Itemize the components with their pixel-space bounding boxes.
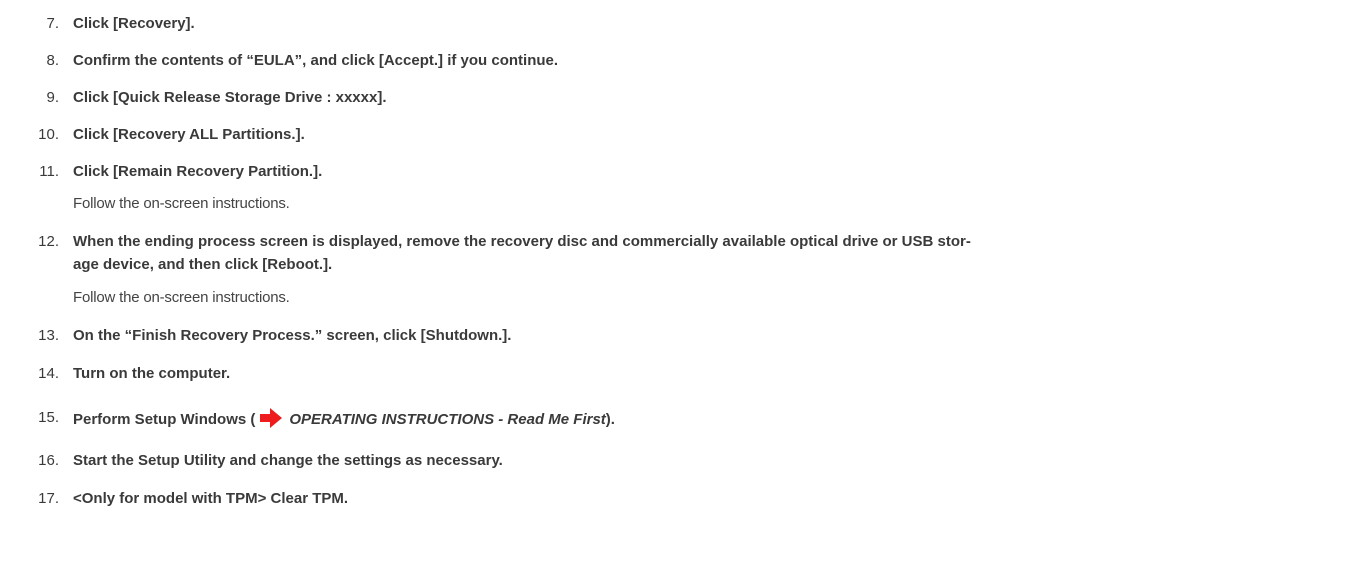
step-instruction: Click [Quick Release Storage Drive : xxx… [73,89,387,106]
step-instruction-line-1: When the ending process screen is displa… [73,233,971,250]
step-number: 7. [46,15,59,32]
step-number: 16. [38,452,59,469]
step-instruction-line-2: age device, and then click [Reboot.]. [73,256,333,273]
step-instruction: Confirm the contents of “EULA”, and clic… [73,52,559,69]
step-instruction: Click [Recovery]. [73,15,195,32]
step-instruction: On the “Finish Recovery Process.” screen… [73,327,512,344]
step-text-before: Perform Setup Windows ( [73,411,256,428]
step-number: 13. [38,327,59,344]
step-note: Follow the on-screen instructions. [73,195,290,212]
step-instruction: Perform Setup Windows ( OPERATING INSTRUC… [73,407,1363,436]
step-number: 15. [38,409,59,426]
step-number: 10. [38,126,59,143]
step-number: 8. [46,52,59,69]
step-number: 9. [46,89,59,106]
step-instruction: Click [Recovery ALL Partitions.]. [73,126,305,143]
step-text-after: ). [605,411,615,428]
red-arrow-icon [259,407,283,436]
step-number: 11. [39,163,59,180]
step-number: 17. [38,490,59,507]
step-instruction: Click [Remain Recovery Partition.]. [73,163,323,180]
red-arrow-icon-svg [260,408,283,428]
step-instruction: Start the Setup Utility and change the s… [73,452,503,469]
step-note: Follow the on-screen instructions. [73,289,290,306]
cross-reference-link[interactable]: OPERATING INSTRUCTIONS - Read Me First [289,411,605,428]
step-number: 14. [38,365,59,382]
step-instruction: Turn on the computer. [73,365,231,382]
step-number: 12. [38,233,59,250]
step-instruction: <Only for model with TPM> Clear TPM. [73,490,349,507]
